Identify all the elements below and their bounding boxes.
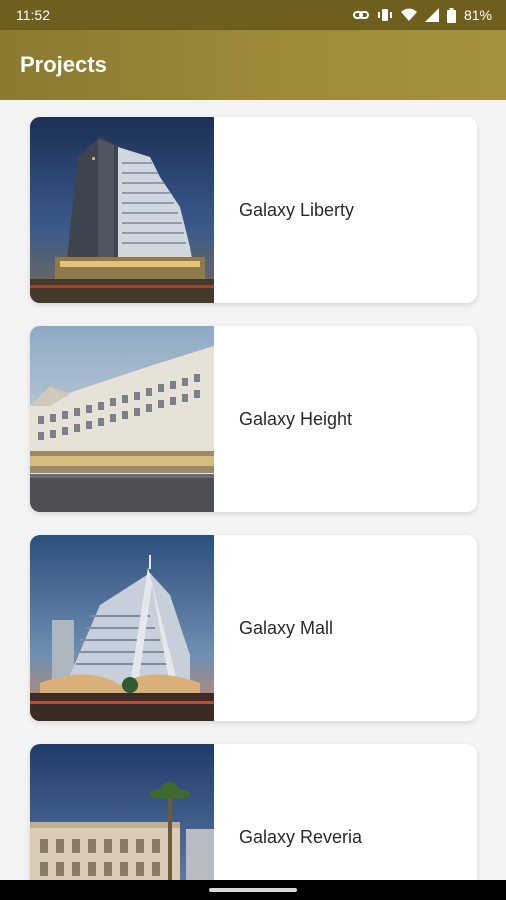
galaxy-mall-image	[30, 535, 214, 721]
link-icon	[352, 11, 369, 19]
navigation-bar	[0, 880, 506, 900]
galaxy-reveria-image	[30, 744, 214, 880]
wifi-icon	[400, 8, 417, 21]
battery-percentage: 81%	[463, 7, 492, 23]
page-title: Projects	[20, 52, 107, 77]
home-gesture-handle[interactable]	[209, 888, 297, 892]
project-card-galaxy-liberty[interactable]: Galaxy Liberty	[30, 117, 477, 303]
battery-icon	[446, 7, 456, 23]
projects-list[interactable]: Galaxy Liberty Galaxy Height Galaxy Mall…	[0, 100, 506, 880]
project-card-galaxy-height[interactable]: Galaxy Height	[30, 326, 477, 512]
galaxy-height-image	[30, 326, 214, 512]
status-time: 11:52	[16, 7, 50, 23]
vibrate-icon	[377, 9, 392, 21]
project-title[interactable]: Galaxy Mall	[214, 535, 333, 721]
project-title[interactable]: Galaxy Height	[214, 326, 352, 512]
status-icons: 81%	[352, 7, 492, 23]
project-card-galaxy-reveria[interactable]: Galaxy Reveria	[30, 744, 477, 880]
status-bar: 11:52 81%	[0, 0, 506, 30]
app-bar: Projects	[0, 30, 506, 100]
signal-icon	[424, 8, 439, 22]
project-title[interactable]: Galaxy Reveria	[214, 744, 362, 880]
project-card-galaxy-mall[interactable]: Galaxy Mall	[30, 535, 477, 721]
galaxy-liberty-image	[30, 117, 214, 303]
project-title[interactable]: Galaxy Liberty	[214, 117, 354, 303]
